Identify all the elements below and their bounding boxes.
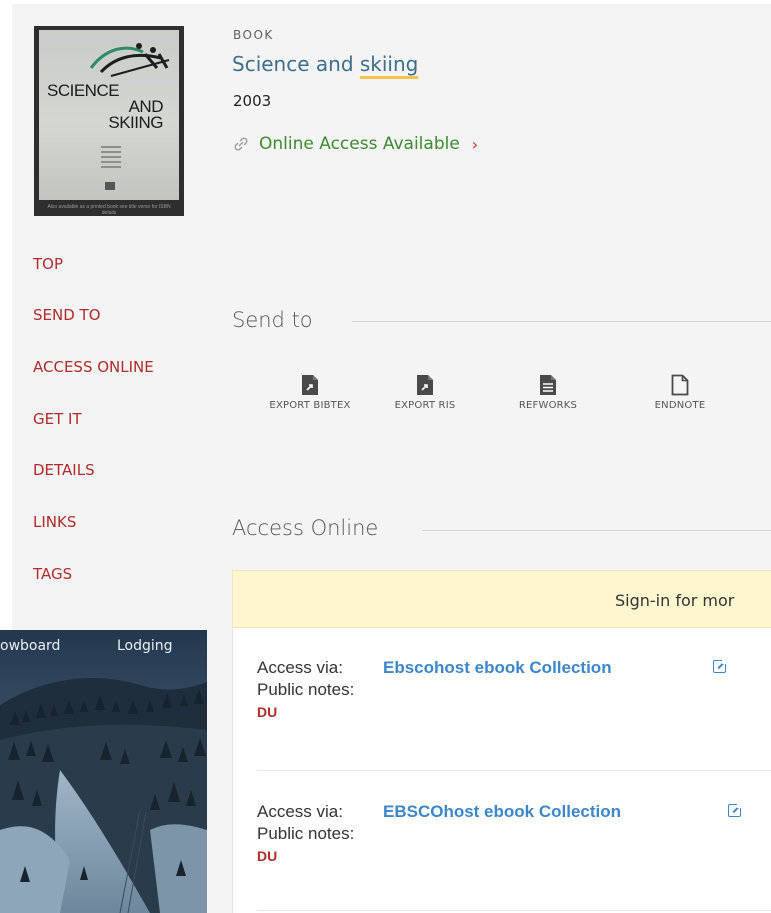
signin-banner[interactable]: Sign-in for mor	[232, 570, 771, 628]
snowy-forest-scene	[0, 630, 207, 913]
database-link[interactable]: Ebscohost ebook Collection	[383, 658, 612, 677]
export-bibtex-icon	[302, 375, 318, 395]
nav-item-links[interactable]: LINKS	[33, 513, 76, 531]
public-note-value: DU	[257, 704, 278, 720]
send-to-divider	[352, 321, 771, 322]
external-link-icon[interactable]	[713, 659, 727, 673]
online-access-link[interactable]: Online Access Available ›	[233, 134, 478, 154]
access-link-item[interactable]: Access via: Ebscohost ebook Collection Pu…	[257, 658, 771, 738]
online-access-label[interactable]: Online Access Available	[259, 134, 460, 154]
access-via-label: Access via:	[257, 802, 343, 821]
export-bibtex-label: EXPORT BIBTEX	[269, 400, 351, 411]
access-link-item[interactable]: Access via: EBSCOhost ebook Collection Pu…	[257, 802, 771, 882]
endnote-button[interactable]: ENDNOTE	[630, 374, 730, 411]
cover-footer-text: Also available as a printed book see tit…	[47, 204, 171, 216]
cover-title-line-3: SKIING	[108, 113, 163, 132]
publisher-logo	[105, 182, 115, 190]
endnote-label: ENDNOTE	[654, 400, 706, 411]
send-to-heading: Send to	[232, 308, 313, 332]
page: SCIENCE AND SKIING Also available as a p…	[0, 0, 771, 913]
public-notes-label: Public notes:	[257, 824, 355, 843]
ski-resort-photo: owboard Lodging	[0, 630, 207, 913]
refworks-label: REFWORKS	[518, 400, 578, 411]
nav-item-tags[interactable]: TAGS	[33, 565, 72, 583]
database-link[interactable]: EBSCOhost ebook Collection	[383, 802, 621, 821]
access-via-label: Access via:	[257, 658, 343, 677]
cover-artwork: SCIENCE AND SKIING	[39, 30, 179, 200]
nav-item-send-to[interactable]: SEND TO	[33, 306, 101, 324]
public-notes-label: Public notes:	[257, 680, 355, 699]
nav-item-access-online[interactable]: ACCESS ONLINE	[33, 358, 154, 376]
nav-item-top[interactable]: TOP	[33, 255, 63, 273]
access-online-heading: Access Online	[232, 516, 379, 540]
book-cover-thumbnail[interactable]: SCIENCE AND SKIING Also available as a p…	[34, 26, 184, 216]
access-via-line: Access via: Ebscohost ebook Collection	[257, 658, 612, 678]
export-ris-button[interactable]: EXPORT RIS	[375, 374, 475, 411]
publication-year: 2003	[233, 92, 272, 110]
refworks-icon	[540, 375, 556, 395]
refworks-button[interactable]: REFWORKS	[498, 374, 598, 411]
link-icon	[233, 136, 251, 152]
photo-nav-snowboard: owboard	[0, 638, 61, 654]
record-title[interactable]: Science and skiing	[232, 52, 418, 76]
access-links-list: Access via: Ebscohost ebook Collection Pu…	[232, 628, 771, 913]
access-online-divider	[422, 530, 771, 531]
nav-item-details[interactable]: DETAILS	[33, 461, 95, 479]
access-row-divider	[257, 910, 771, 911]
export-ris-icon	[417, 375, 433, 395]
endnote-icon	[671, 374, 689, 396]
access-via-line: Access via: EBSCOhost ebook Collection	[257, 802, 621, 822]
export-ris-label: EXPORT RIS	[394, 400, 456, 411]
title-text[interactable]: Science and	[232, 52, 360, 76]
record-type-label: BOOK	[233, 28, 274, 42]
chevron-right-icon: ›	[471, 134, 479, 154]
cover-editor-lines	[101, 146, 121, 171]
nav-item-get-it[interactable]: GET IT	[33, 410, 82, 428]
public-note-value: DU	[257, 848, 278, 864]
photo-nav-lodging: Lodging	[117, 638, 173, 654]
title-highlighted-term[interactable]: skiing	[360, 52, 419, 76]
external-link-icon[interactable]	[728, 803, 742, 817]
export-bibtex-button[interactable]: EXPORT BIBTEX	[260, 374, 360, 411]
skier-illustration	[89, 43, 170, 77]
signin-banner-text[interactable]: Sign-in for mor	[615, 591, 734, 610]
access-row-divider	[257, 770, 771, 771]
photo-site-nav: owboard Lodging	[0, 630, 207, 662]
